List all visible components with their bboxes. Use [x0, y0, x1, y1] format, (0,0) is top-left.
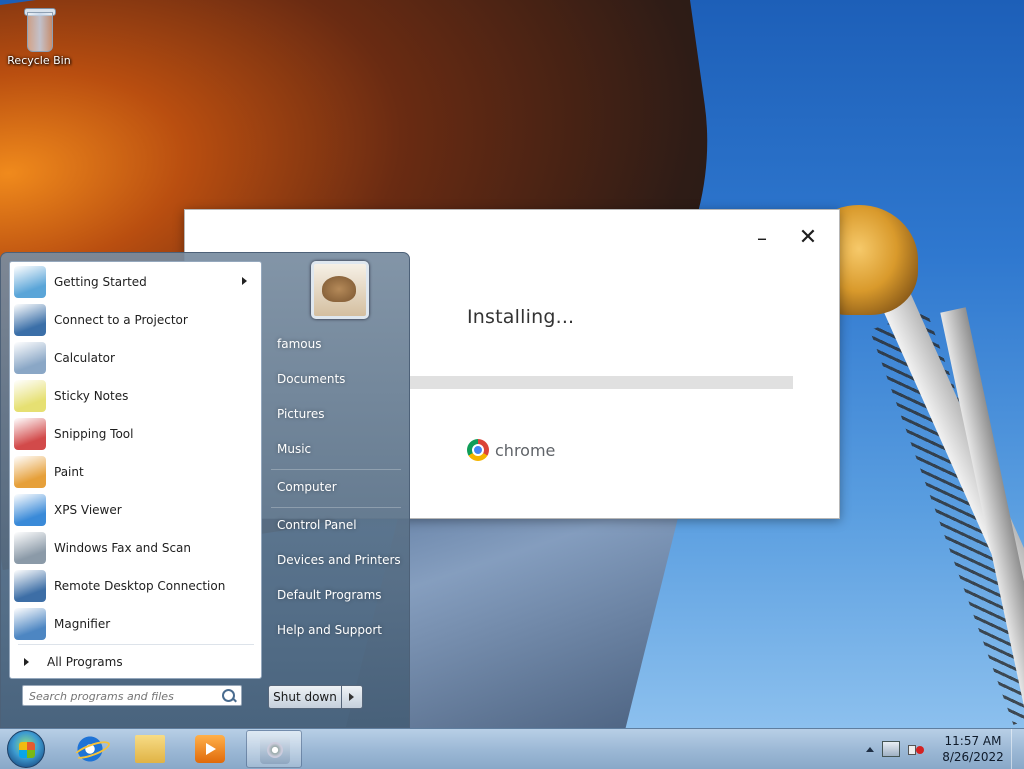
- show-hidden-icons-button[interactable]: [866, 746, 874, 752]
- scissors-icon: [14, 418, 46, 450]
- setup-icon: [260, 736, 290, 764]
- chrome-brand-text: chrome: [495, 440, 556, 460]
- projector-icon: [14, 304, 46, 336]
- clock-time: 11:57 AM: [944, 734, 1002, 748]
- link-user-folder[interactable]: famous: [267, 329, 415, 359]
- taskbar-media-player[interactable]: [182, 730, 238, 768]
- program-snipping-tool[interactable]: Snipping Tool: [12, 416, 259, 452]
- link-default-programs[interactable]: Default Programs: [267, 580, 415, 610]
- magnifier-icon: [14, 608, 46, 640]
- program-getting-started[interactable]: Getting Started: [12, 264, 259, 300]
- volume-muted-icon[interactable]: [908, 742, 924, 756]
- search-input[interactable]: [27, 687, 221, 706]
- fax-scan-icon: [14, 532, 46, 564]
- link-computer[interactable]: Computer: [267, 472, 415, 502]
- all-programs-button[interactable]: All Programs: [12, 650, 259, 674]
- program-label: Magnifier: [54, 617, 111, 631]
- program-label: Connect to a Projector: [54, 313, 188, 327]
- install-status: Installing...: [467, 306, 575, 328]
- close-button[interactable]: ✕: [797, 227, 819, 250]
- start-menu-programs-pane: Getting Started Connect to a Projector C…: [9, 261, 262, 679]
- show-desktop-button[interactable]: [1011, 729, 1024, 769]
- start-search-box: [22, 685, 242, 706]
- install-progress-bar: [409, 376, 793, 389]
- shutdown-options-button[interactable]: [341, 685, 363, 709]
- taskbar: 11:57 AM 8/26/2022: [0, 728, 1024, 769]
- taskbar-windows-explorer[interactable]: [122, 730, 178, 768]
- system-tray: [866, 729, 924, 769]
- remote-desktop-icon: [14, 570, 46, 602]
- link-music[interactable]: Music: [267, 434, 415, 464]
- program-remote-desktop-connection[interactable]: Remote Desktop Connection: [12, 568, 259, 604]
- calculator-icon: [14, 342, 46, 374]
- clock-date: 8/26/2022: [942, 750, 1004, 764]
- network-icon[interactable]: [882, 741, 900, 757]
- minimize-button[interactable]: –: [751, 228, 773, 250]
- program-magnifier[interactable]: Magnifier: [12, 606, 259, 642]
- all-programs-label: All Programs: [47, 655, 123, 669]
- program-label: Getting Started: [54, 275, 147, 289]
- chrome-icon: [467, 439, 489, 461]
- program-label: Sticky Notes: [54, 389, 129, 403]
- user-avatar[interactable]: [311, 261, 369, 319]
- clock[interactable]: 11:57 AM 8/26/2022: [936, 733, 1010, 765]
- program-windows-fax-and-scan[interactable]: Windows Fax and Scan: [12, 530, 259, 566]
- shutdown-button[interactable]: Shut down: [268, 685, 342, 709]
- windows-logo-icon: [19, 742, 35, 758]
- media-player-icon: [195, 735, 225, 763]
- link-devices-and-printers[interactable]: Devices and Printers: [267, 545, 415, 575]
- desktop-icon-label: Recycle Bin: [7, 54, 71, 67]
- program-label: Windows Fax and Scan: [54, 541, 192, 555]
- taskbar-internet-explorer[interactable]: [62, 730, 118, 768]
- program-calculator[interactable]: Calculator: [12, 340, 259, 376]
- program-label: XPS Viewer: [54, 503, 122, 517]
- sticky-notes-icon: [14, 380, 46, 412]
- divider: [271, 469, 401, 470]
- program-label: Remote Desktop Connection: [54, 579, 226, 593]
- desktop-icon-recycle-bin[interactable]: Recycle Bin: [4, 6, 74, 67]
- recycle-bin-icon: [24, 6, 56, 52]
- program-xps-viewer[interactable]: XPS Viewer: [12, 492, 259, 528]
- program-label: Paint: [54, 465, 84, 479]
- program-sticky-notes[interactable]: Sticky Notes: [12, 378, 259, 414]
- taskbar-setup[interactable]: [246, 730, 302, 768]
- internet-explorer-icon: [75, 735, 105, 763]
- search-icon[interactable]: [222, 689, 235, 702]
- program-label: Snipping Tool: [54, 427, 134, 441]
- start-button[interactable]: [7, 730, 45, 768]
- submenu-arrow-icon: [242, 277, 247, 285]
- program-paint[interactable]: Paint: [12, 454, 259, 490]
- link-control-panel[interactable]: Control Panel: [267, 510, 415, 540]
- chrome-logo: chrome: [467, 439, 555, 461]
- xps-viewer-icon: [14, 494, 46, 526]
- paint-icon: [14, 456, 46, 488]
- divider: [271, 507, 401, 508]
- arrow-right-icon: [24, 658, 29, 666]
- start-menu: Getting Started Connect to a Projector C…: [0, 252, 410, 728]
- program-connect-to-projector[interactable]: Connect to a Projector: [12, 302, 259, 338]
- link-pictures[interactable]: Pictures: [267, 399, 415, 429]
- start-menu-places-pane: famous Documents Pictures Music Computer…: [263, 253, 409, 729]
- link-documents[interactable]: Documents: [267, 364, 415, 394]
- link-help-and-support[interactable]: Help and Support: [267, 615, 415, 645]
- divider: [18, 644, 254, 645]
- getting-started-icon: [14, 266, 46, 298]
- windows-explorer-icon: [135, 735, 165, 763]
- program-label: Calculator: [54, 351, 115, 365]
